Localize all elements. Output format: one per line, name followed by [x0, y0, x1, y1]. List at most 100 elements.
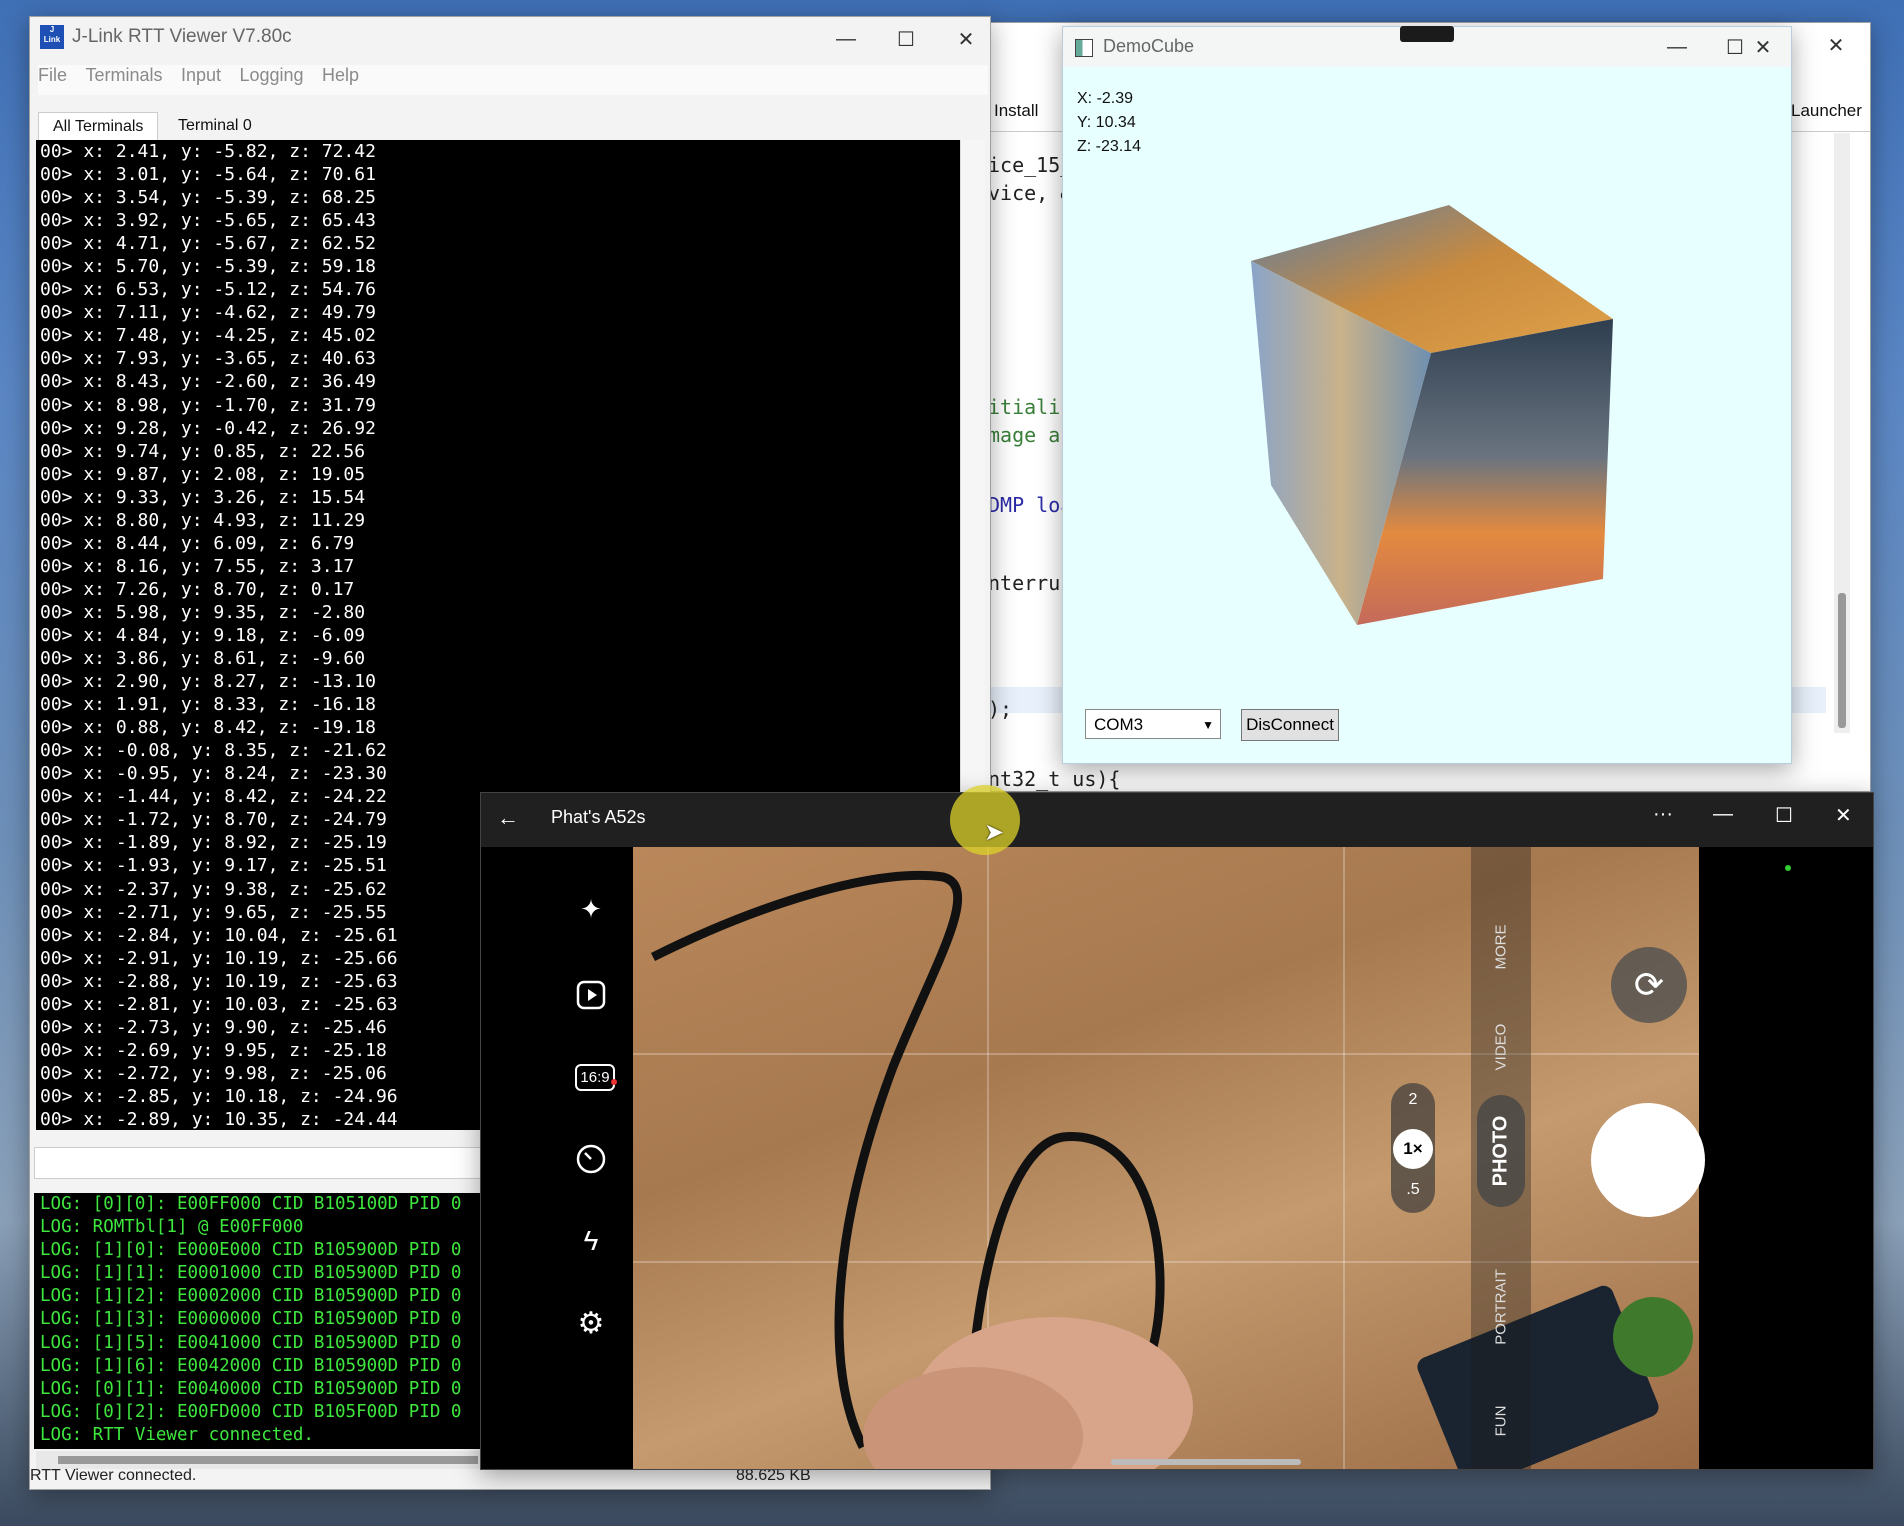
minimize-icon[interactable]: —: [1647, 27, 1707, 69]
camera-left-controls: ✦ 16:9 ϟ ⚙: [481, 847, 633, 1469]
code-line: nt32_t us){: [988, 767, 1121, 791]
status-text: RTT Viewer connected.: [30, 1467, 197, 1484]
camera-right-controls: ⟳: [1591, 847, 1873, 1469]
mode-video[interactable]: VIDEO: [1493, 1024, 1510, 1071]
tab-launcher-label: Launcher: [1791, 101, 1862, 120]
editor-scroll-thumb[interactable]: [1838, 593, 1846, 728]
timer-icon[interactable]: [571, 1139, 611, 1179]
code-line: );: [988, 697, 1013, 721]
tab-install[interactable]: Install: [994, 101, 1038, 121]
terminal-line: 00> x: 5.98, y: 9.35, z: -2.80: [40, 601, 366, 623]
menu-help[interactable]: Help: [322, 65, 359, 85]
terminal-line: 00> x: 3.86, y: 8.61, z: -9.60: [40, 648, 366, 670]
window-title: Phat's A52s: [551, 807, 646, 827]
tab-launcher[interactable]: Launcher: [1791, 101, 1862, 121]
terminal-line: 00> x: 6.53, y: -5.12, z: 54.76: [40, 279, 376, 301]
terminal-line: 00> x: 9.33, y: 3.26, z: 15.54: [40, 486, 366, 508]
camera-viewfinder[interactable]: 2 1× .5: [633, 847, 1699, 1469]
port-select[interactable]: COM3 ▼: [1085, 709, 1221, 739]
terminal-line: 00> x: 8.16, y: 7.55, z: 3.17: [40, 555, 355, 577]
terminal-line: 00> x: 9.87, y: 2.08, z: 19.05: [40, 463, 366, 485]
window-title: DemoCube: [1103, 36, 1195, 56]
disconnect-button[interactable]: DisConnect: [1241, 709, 1339, 741]
close-icon[interactable]: ✕: [1806, 23, 1866, 67]
snap-handle[interactable]: [1400, 26, 1454, 42]
terminal-line: 00> x: 5.70, y: -5.39, z: 59.18: [40, 256, 376, 278]
port-select-value: COM3: [1094, 715, 1144, 734]
camera-active-indicator: [1785, 865, 1791, 871]
terminal-line: 00> x: 4.71, y: -5.67, z: 62.52: [40, 233, 376, 255]
switch-camera-icon[interactable]: ⟳: [1611, 947, 1687, 1023]
close-icon[interactable]: ✕: [1835, 803, 1852, 828]
mode-photo[interactable]: PHOTO: [1490, 1116, 1513, 1187]
tab-all-terminals[interactable]: All Terminals: [38, 112, 159, 141]
mouse-cursor-icon: ➤: [984, 819, 1005, 846]
minimize-icon[interactable]: —: [1713, 803, 1733, 826]
terminal-line: 00> x: 7.26, y: 8.70, z: 0.17: [40, 578, 355, 600]
maximize-icon[interactable]: ☐: [876, 17, 936, 61]
terminal-line: 00> x: -0.95, y: 8.24, z: -23.30: [40, 763, 387, 785]
x-readout: X: -2.39: [1077, 90, 1134, 107]
rotating-cube: [1251, 205, 1613, 625]
terminal-line: 00> x: 7.93, y: -3.65, z: 40.63: [40, 348, 376, 370]
code-line: mage ar: [988, 423, 1073, 447]
z-readout: Z: -23.14: [1077, 138, 1142, 155]
terminal-line: 00> x: 3.92, y: -5.65, z: 65.43: [40, 210, 376, 232]
menu-logging[interactable]: Logging: [239, 65, 303, 85]
terminal-line: 00> x: 2.41, y: -5.82, z: 72.42: [40, 141, 376, 162]
terminal-line: 00> x: 1.91, y: 8.33, z: -16.18: [40, 694, 376, 716]
aspect-ratio-label: 16:9: [575, 1063, 615, 1091]
code-line: ice_15_: [988, 153, 1073, 177]
terminal-line: 00> x: 7.11, y: -4.62, z: 49.79: [40, 302, 376, 324]
terminal-line: 00> x: 8.44, y: 6.09, z: 6.79: [40, 532, 355, 554]
effects-wand-icon[interactable]: ✦: [571, 889, 611, 929]
mode-fun[interactable]: FUN: [1493, 1406, 1510, 1437]
shutter-button[interactable]: [1591, 1103, 1705, 1217]
democube-window: DemoCube — ☐ ✕ X: -2.39 Y: 10.34 Z: -23.…: [1062, 26, 1792, 764]
menu-terminals[interactable]: Terminals: [85, 65, 162, 85]
maximize-icon[interactable]: ☐: [1775, 803, 1793, 828]
code-line: nterrup: [988, 571, 1073, 595]
terminal-line: 00> x: -0.08, y: 8.35, z: -21.62: [40, 740, 387, 762]
notification-dot: [611, 1079, 617, 1085]
menu-bar: File Terminals Input Logging Help: [38, 65, 988, 95]
mode-portrait[interactable]: PORTRAIT: [1493, 1269, 1510, 1345]
zoom-1x[interactable]: 1×: [1393, 1129, 1433, 1169]
motion-photo-icon[interactable]: [571, 975, 611, 1015]
democube-app-icon: [1075, 39, 1093, 57]
terminal-line: 00> x: 3.54, y: -5.39, z: 68.25: [40, 187, 376, 209]
terminal-line: 00> x: 8.98, y: -1.70, z: 31.79: [40, 394, 376, 416]
mode-more[interactable]: MORE: [1493, 925, 1510, 970]
zoom-05x[interactable]: .5: [1391, 1181, 1435, 1199]
menu-file[interactable]: File: [38, 65, 67, 85]
terminal-line: 00> x: 9.28, y: -0.42, z: 26.92: [40, 417, 376, 439]
tab-terminal-0[interactable]: Terminal 0: [164, 112, 266, 140]
menu-input[interactable]: Input: [181, 65, 221, 85]
zoom-2x[interactable]: 2: [1391, 1091, 1435, 1109]
terminal-line: 00> x: 3.01, y: -5.64, z: 70.61: [40, 164, 376, 186]
minimize-icon[interactable]: —: [816, 17, 876, 61]
code-line: vice, &: [988, 181, 1073, 205]
window-title: J-Link RTT Viewer V7.80c: [72, 26, 292, 47]
chevron-down-icon: ▼: [1202, 718, 1214, 732]
more-options-icon[interactable]: ···: [1653, 803, 1673, 826]
close-icon[interactable]: ✕: [936, 17, 990, 61]
phone-link-window: ← Phat's A52s ··· — ☐ ✕ ✦ 16:9 ϟ ⚙ 2 1× …: [480, 792, 1874, 1470]
log-scroll-thumb[interactable]: [58, 1456, 478, 1464]
terminal-line: 00> x: 9.74, y: 0.85, z: 22.56: [40, 440, 366, 462]
terminal-line: 00> x: 0.88, y: 8.42, z: -19.18: [40, 717, 376, 739]
axis-readout: X: -2.39 Y: 10.34 Z: -23.14: [1077, 87, 1141, 159]
y-readout: Y: 10.34: [1077, 114, 1136, 131]
jlink-app-icon: J Link: [40, 25, 64, 49]
tab-install-label: Install: [994, 101, 1039, 120]
editor-scrollbar[interactable]: [1834, 133, 1850, 733]
terminal-line: 00> x: 8.43, y: -2.60, z: 36.49: [40, 371, 376, 393]
status-bar: RTT Viewer connected. 88.625 KB: [30, 1467, 990, 1489]
settings-gear-icon[interactable]: ⚙: [571, 1303, 611, 1343]
terminal-line: 00> x: 8.80, y: 4.93, z: 11.29: [40, 509, 366, 531]
aspect-ratio-icon[interactable]: 16:9: [571, 1057, 619, 1097]
zoom-selector[interactable]: 2 1× .5: [1391, 1083, 1435, 1213]
close-icon[interactable]: ✕: [1733, 27, 1791, 69]
flash-icon[interactable]: ϟ: [571, 1221, 611, 1261]
back-arrow-icon[interactable]: ←: [497, 805, 519, 831]
